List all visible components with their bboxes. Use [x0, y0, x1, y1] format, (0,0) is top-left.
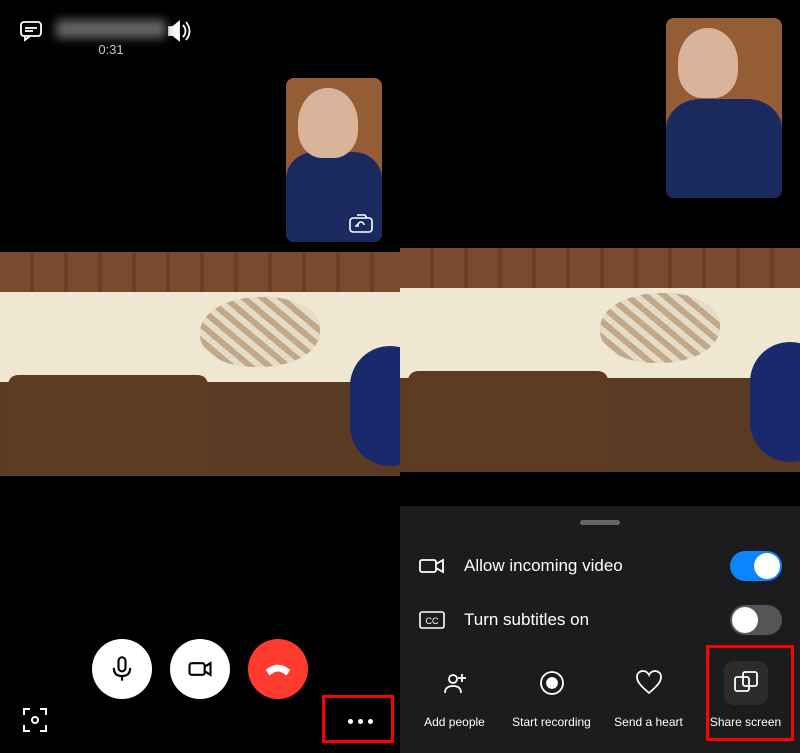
speaker-icon[interactable]: [166, 20, 194, 47]
cc-icon: CC: [418, 609, 446, 631]
allow-video-toggle[interactable]: [730, 551, 782, 581]
call-controls: [0, 639, 400, 699]
options-sheet: Allow incoming video CC Turn subtitles o…: [400, 506, 800, 753]
add-people-icon: [433, 661, 477, 705]
scan-icon[interactable]: [22, 707, 48, 733]
allow-video-label: Allow incoming video: [464, 556, 623, 576]
call-topbar: 0:31: [0, 0, 400, 80]
call-screen-main: 0:31: [0, 0, 400, 753]
hangup-button[interactable]: [248, 639, 308, 699]
self-video-pip[interactable]: [286, 78, 382, 242]
switch-camera-icon[interactable]: [348, 214, 374, 234]
mute-button[interactable]: [92, 639, 152, 699]
send-heart-button[interactable]: Send a heart: [605, 661, 693, 729]
sheet-handle[interactable]: [580, 520, 620, 525]
record-icon: [530, 661, 574, 705]
caller-name-blurred: [56, 20, 166, 38]
video-icon: [418, 555, 446, 577]
self-video-pip[interactable]: [666, 18, 782, 198]
svg-text:CC: CC: [426, 616, 439, 626]
subtitles-label: Turn subtitles on: [464, 610, 589, 630]
chat-icon[interactable]: [18, 20, 44, 47]
subtitles-row[interactable]: CC Turn subtitles on: [400, 593, 800, 647]
call-duration: 0:31: [56, 42, 166, 57]
heart-icon: [627, 661, 671, 705]
add-people-button[interactable]: Add people: [411, 661, 499, 729]
allow-incoming-video-row[interactable]: Allow incoming video: [400, 539, 800, 593]
send-heart-label: Send a heart: [614, 715, 683, 729]
start-recording-label: Start recording: [512, 715, 591, 729]
highlight-share-screen: [706, 645, 794, 741]
call-screen-sheet: Allow incoming video CC Turn subtitles o…: [400, 0, 800, 753]
add-people-label: Add people: [424, 715, 485, 729]
highlight-more-button: [322, 695, 394, 743]
caller-info: 0:31: [56, 20, 166, 57]
subtitles-toggle[interactable]: [730, 605, 782, 635]
remote-video: [400, 248, 800, 472]
start-recording-button[interactable]: Start recording: [508, 661, 596, 729]
camera-button[interactable]: [170, 639, 230, 699]
remote-video: [0, 252, 400, 476]
